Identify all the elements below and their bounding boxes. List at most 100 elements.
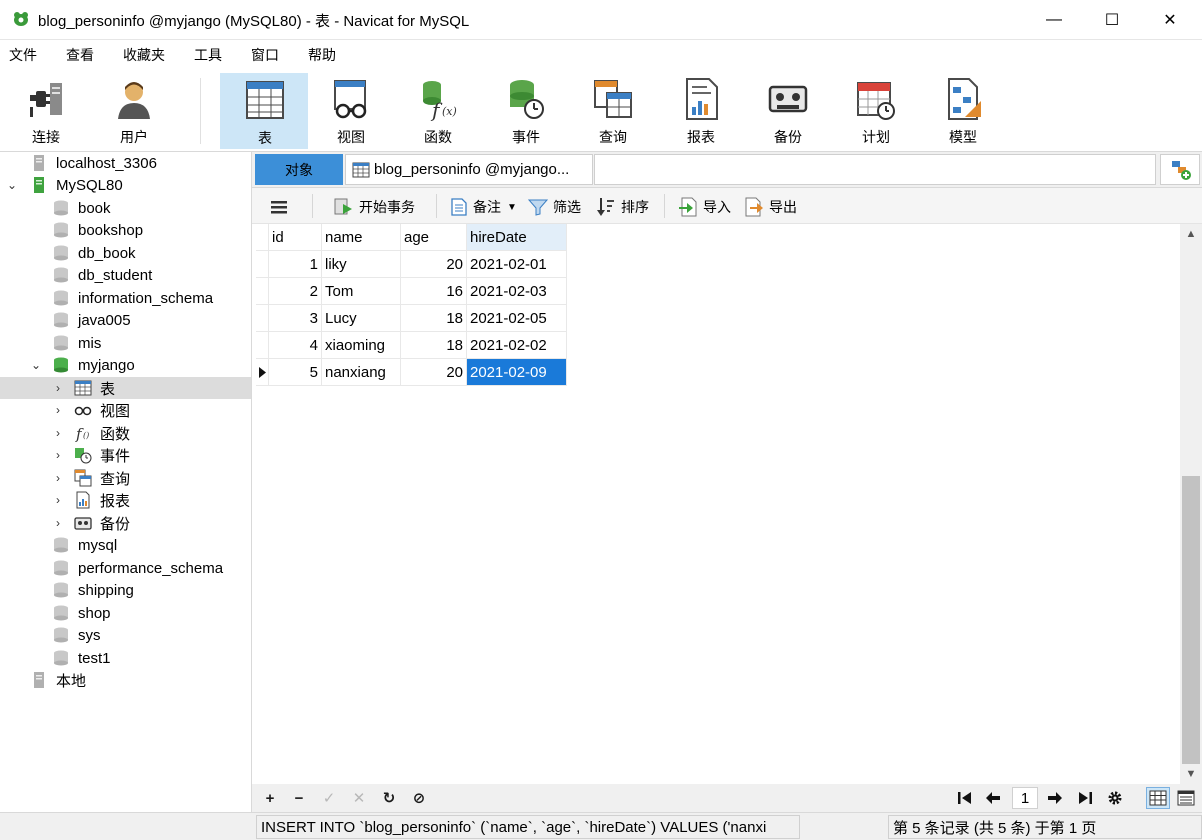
menu-tools[interactable]: 工具 [185, 45, 231, 65]
chevron-down-icon[interactable]: ⌄ [30, 359, 42, 371]
tree-node-db-book[interactable]: book [0, 197, 251, 219]
cell-name[interactable]: liky [322, 251, 401, 278]
tree-node-events[interactable]: › 事件 [0, 444, 251, 466]
connect-button[interactable]: 连接 [2, 73, 90, 149]
cell-id[interactable]: 4 [269, 332, 322, 359]
menu-view[interactable]: 查看 [57, 45, 103, 65]
column-header-id[interactable]: id [269, 224, 322, 251]
tree-node-db-bookshop[interactable]: bookshop [0, 219, 251, 241]
tree-node-db-test1[interactable]: test1 [0, 647, 251, 669]
row-header[interactable] [256, 332, 269, 359]
function-button[interactable]: f (x) 函数 [394, 73, 482, 149]
import-button[interactable]: 导入 [678, 196, 731, 218]
row-header[interactable] [256, 251, 269, 278]
tree-node-views[interactable]: › 视图 [0, 399, 251, 421]
column-header-age[interactable]: age [401, 224, 467, 251]
next-page-button[interactable] [1046, 789, 1064, 807]
close-button[interactable]: ✕ [1142, 0, 1198, 40]
apply-changes-button[interactable]: ✓ [320, 789, 338, 807]
form-view-button[interactable] [1174, 789, 1198, 807]
model-button[interactable]: 模型 [919, 73, 1007, 149]
cell-id[interactable]: 3 [269, 305, 322, 332]
cell-name[interactable]: Tom [322, 278, 401, 305]
add-record-button[interactable]: + [261, 789, 279, 807]
tree-node-reports[interactable]: › 报表 [0, 489, 251, 511]
tree-node-functions[interactable]: › f() 函数 [0, 422, 251, 444]
menu-file[interactable]: 文件 [0, 45, 46, 65]
tab-objects[interactable]: 对象 [255, 154, 343, 185]
cell-hiredate[interactable]: 2021-02-02 [467, 332, 567, 359]
tree-node-backups[interactable]: › 备份 [0, 512, 251, 534]
last-page-button[interactable] [1076, 789, 1094, 807]
column-header-hiredate[interactable]: hireDate [467, 224, 567, 251]
cell-id[interactable]: 1 [269, 251, 322, 278]
tree-node-queries[interactable]: › 查询 [0, 467, 251, 489]
cell-age[interactable]: 18 [401, 332, 467, 359]
tree-node-localhost-3306[interactable]: localhost_3306 [0, 152, 251, 174]
caret-down-icon[interactable]: ▼ [507, 202, 517, 213]
schedule-button[interactable]: 计划 [832, 73, 920, 149]
row-header-current[interactable] [256, 359, 269, 386]
refresh-button[interactable]: ↻ [380, 789, 398, 807]
cell-hiredate[interactable]: 2021-02-01 [467, 251, 567, 278]
cell-age[interactable]: 20 [401, 359, 467, 386]
delete-record-button[interactable]: − [290, 789, 308, 807]
first-page-button[interactable] [956, 789, 974, 807]
scroll-down-icon[interactable]: ▼ [1180, 764, 1202, 784]
tree-node-tables[interactable]: › 表 [0, 377, 251, 399]
page-number-field[interactable]: 1 [1012, 787, 1038, 809]
chevron-right-icon[interactable]: › [52, 382, 64, 394]
chevron-right-icon[interactable]: › [52, 449, 64, 461]
sort-button[interactable]: 排序 [596, 196, 649, 218]
cell-hiredate-selected[interactable]: 2021-02-09 [467, 359, 567, 386]
tree-node-mysql80[interactable]: ⌄ MySQL80 [0, 174, 251, 196]
data-grid[interactable]: id name age hireDate 1 liky 20 2021-02-0… [256, 224, 1180, 784]
user-button[interactable]: 用户 [90, 73, 178, 149]
report-button[interactable]: 报表 [657, 73, 745, 149]
cell-hiredate[interactable]: 2021-02-03 [467, 278, 567, 305]
row-header[interactable] [256, 305, 269, 332]
tree-node-db-mis[interactable]: mis [0, 332, 251, 354]
tree-node-db-information-schema[interactable]: information_schema [0, 287, 251, 309]
new-object-button[interactable] [1160, 154, 1200, 185]
tree-node-db-myjango[interactable]: ⌄ myjango [0, 354, 251, 376]
menu-window[interactable]: 窗口 [242, 45, 288, 65]
menu-help[interactable]: 帮助 [299, 45, 345, 65]
cell-hiredate[interactable]: 2021-02-05 [467, 305, 567, 332]
query-button[interactable]: 查询 [569, 73, 657, 149]
tree-node-db-sys[interactable]: sys [0, 624, 251, 646]
vertical-scrollbar[interactable]: ▲ ▼ [1180, 224, 1202, 784]
settings-button[interactable] [1106, 789, 1124, 807]
discard-changes-button[interactable]: ✕ [350, 789, 368, 807]
tree-node-db-performance-schema[interactable]: performance_schema [0, 557, 251, 579]
cell-id[interactable]: 2 [269, 278, 322, 305]
menu-button[interactable] [270, 196, 293, 218]
cell-id[interactable]: 5 [269, 359, 322, 386]
stop-button[interactable]: ⊘ [410, 789, 428, 807]
tree-node-db-shop[interactable]: shop [0, 602, 251, 624]
chevron-right-icon[interactable]: › [52, 517, 64, 529]
backup-button[interactable]: 备份 [744, 73, 832, 149]
tree-node-db-db-student[interactable]: db_student [0, 264, 251, 286]
tree-node-db-java005[interactable]: java005 [0, 309, 251, 331]
cell-age[interactable]: 20 [401, 251, 467, 278]
chevron-right-icon[interactable]: › [52, 472, 64, 484]
scroll-thumb[interactable] [1182, 476, 1200, 764]
tree-node-db-shipping[interactable]: shipping [0, 579, 251, 601]
previous-page-button[interactable] [984, 789, 1002, 807]
row-header[interactable] [256, 278, 269, 305]
table-button[interactable]: 表 [220, 73, 308, 149]
tab-blog-personinfo[interactable]: blog_personinfo @myjango... [345, 154, 593, 185]
event-button[interactable]: 事件 [482, 73, 570, 149]
cell-name[interactable]: xiaoming [322, 332, 401, 359]
chevron-down-icon[interactable]: ⌄ [6, 179, 18, 191]
cell-age[interactable]: 18 [401, 305, 467, 332]
scroll-up-icon[interactable]: ▲ [1180, 224, 1202, 244]
menu-favorites[interactable]: 收藏夹 [114, 45, 174, 65]
maximize-button[interactable]: ☐ [1084, 0, 1140, 40]
chevron-right-icon[interactable]: › [52, 404, 64, 416]
chevron-right-icon[interactable]: › [52, 427, 64, 439]
tree-node-local[interactable]: 本地 [0, 669, 251, 691]
tree-node-db-mysql[interactable]: mysql [0, 534, 251, 556]
memo-button[interactable]: 备注 ▼ [450, 196, 517, 218]
